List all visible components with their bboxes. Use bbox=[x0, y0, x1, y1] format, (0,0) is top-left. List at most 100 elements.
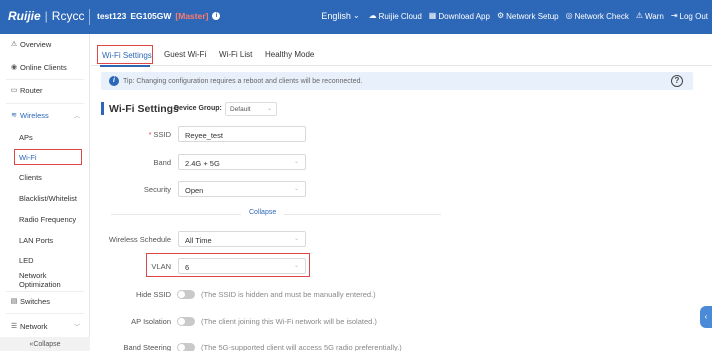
ssid-value: Reyee_test bbox=[185, 131, 223, 140]
chevron-down-icon: ⌄ bbox=[293, 236, 299, 242]
sidebar-item-label: Switches bbox=[20, 296, 51, 306]
sidebar-item-label: Wireless bbox=[20, 110, 49, 120]
ssid-label-text: SSID bbox=[153, 130, 171, 139]
sidebar-item-wifi[interactable]: Wi-Fi bbox=[14, 149, 82, 165]
device-group-select[interactable]: Default ⌄ bbox=[225, 102, 277, 116]
top-nav: English ⌄ ☁ Ruijie Cloud ▦ Download App … bbox=[321, 11, 708, 21]
tab-guest-wifi[interactable]: Guest Wi-Fi bbox=[164, 50, 206, 59]
chevron-down-icon: ⌄ bbox=[266, 106, 272, 112]
warn-label: Warn bbox=[645, 11, 664, 21]
logout-link[interactable]: ⇥ Log Out bbox=[671, 12, 708, 21]
chevron-up-icon: ︿ bbox=[73, 113, 80, 120]
warn-icon: ⚠ bbox=[635, 11, 643, 20]
language-select[interactable]: English ⌄ bbox=[321, 11, 359, 21]
ap-isolation-toggle[interactable] bbox=[177, 317, 195, 326]
floating-help-tab[interactable]: ‹ bbox=[700, 306, 712, 328]
warn-link[interactable]: ⚠ Warn bbox=[636, 12, 664, 21]
device-group-label: Device Group: bbox=[174, 105, 222, 112]
security-label: Security bbox=[143, 185, 171, 194]
sidebar-item-label: Online Clients bbox=[20, 62, 67, 72]
device-model: EG105GW bbox=[130, 11, 172, 21]
sidebar-divider bbox=[6, 103, 84, 104]
ruijie-cloud-link[interactable]: ☁ Ruijie Cloud bbox=[369, 12, 422, 21]
sidebar-divider bbox=[6, 291, 84, 292]
sidebar-item-network[interactable]: ☰ Network ﹀ bbox=[0, 318, 90, 334]
chevron-down-icon: ⌄ bbox=[293, 263, 299, 269]
sidebar-item-radio-frequency[interactable]: Radio Frequency bbox=[0, 211, 90, 227]
wifi-icon: ≋ bbox=[11, 112, 17, 119]
sidebar-item-network-optimization[interactable]: Network Optimization bbox=[0, 271, 90, 289]
chevron-down-icon: ﹀ bbox=[73, 324, 80, 331]
wireless-schedule-value: All Time bbox=[185, 236, 212, 245]
sidebar-item-lan-ports[interactable]: LAN Ports bbox=[0, 232, 90, 248]
grid-icon: ▦ bbox=[428, 11, 437, 20]
device-name: test123 bbox=[97, 11, 127, 21]
sidebar-item-led[interactable]: LED bbox=[0, 252, 90, 268]
logo-separator: | bbox=[44, 9, 48, 23]
sidebar-item-aps[interactable]: APs bbox=[0, 129, 90, 145]
clients-icon: ◉ bbox=[10, 64, 18, 71]
check-icon: ◎ bbox=[565, 11, 573, 20]
section-header: Wi-Fi Settings bbox=[101, 102, 179, 115]
sidebar-item-online-clients[interactable]: ◉ Online Clients bbox=[0, 59, 90, 75]
wireless-schedule-select[interactable]: All Time ⌄ bbox=[178, 231, 306, 247]
sidebar-item-blacklist-whitelist[interactable]: Blacklist/Whitelist bbox=[0, 190, 90, 206]
ssid-input[interactable]: Reyee_test bbox=[178, 126, 306, 142]
chevron-down-icon: ⌄ bbox=[352, 11, 360, 20]
tip-banner: i Tip: Changing configuration requires a… bbox=[101, 72, 693, 90]
sidebar-item-label: LED bbox=[19, 255, 34, 265]
header-divider bbox=[89, 9, 90, 25]
sidebar-item-label: Wi-Fi bbox=[19, 153, 37, 162]
tab-wifi-settings[interactable]: Wi-Fi Settings bbox=[97, 45, 153, 64]
vlan-label: VLAN bbox=[151, 262, 171, 271]
band-steering-toggle[interactable] bbox=[177, 343, 195, 351]
sidebar-item-switches[interactable]: ▤ Switches bbox=[0, 293, 90, 309]
sidebar-item-label: Router bbox=[20, 85, 43, 95]
collapse-label: Collapse bbox=[33, 340, 61, 348]
section-accent-bar bbox=[101, 102, 104, 115]
info-icon: i bbox=[109, 76, 119, 86]
overview-icon: ⚠ bbox=[10, 41, 18, 48]
device-group-value: Default bbox=[230, 106, 251, 113]
logo-sub: Rcycc bbox=[51, 9, 85, 23]
security-value: Open bbox=[185, 186, 204, 195]
hide-ssid-toggle[interactable] bbox=[177, 290, 195, 299]
vlan-select[interactable]: 6 ⌄ bbox=[178, 258, 306, 274]
sidebar-item-label: Clients bbox=[19, 172, 42, 182]
security-select[interactable]: Open ⌄ bbox=[178, 181, 306, 197]
tab-healthy-mode[interactable]: Healthy Mode bbox=[265, 50, 314, 59]
download-app-link[interactable]: ▦ Download App bbox=[429, 12, 490, 21]
sidebar-item-router[interactable]: ▭ Router bbox=[0, 82, 90, 98]
sidebar: ⚠ Overview ◉ Online Clients ▭ Router ≋ W… bbox=[0, 34, 90, 351]
network-icon: ⚙ bbox=[496, 11, 505, 20]
sidebar-item-label: Network Optimization bbox=[19, 271, 61, 289]
sidebar-item-label: APs bbox=[19, 132, 33, 142]
sidebar-item-label: Network bbox=[20, 321, 48, 331]
ruijie-logo: Ruijie | Rcycc bbox=[8, 9, 84, 23]
sidebar-item-overview[interactable]: ⚠ Overview bbox=[0, 36, 90, 52]
device-role-badge: [Master] bbox=[175, 11, 209, 21]
network-check-link[interactable]: ◎ Network Check bbox=[566, 12, 629, 21]
vlan-value: 6 bbox=[185, 263, 190, 272]
band-select[interactable]: 2.4G + 5G ⌄ bbox=[178, 154, 306, 170]
download-app-label: Download App bbox=[438, 11, 490, 21]
info-icon[interactable]: i bbox=[212, 12, 221, 20]
main-content: Wi-Fi Settings Guest Wi-Fi Wi-Fi List He… bbox=[91, 34, 712, 351]
router-icon: ▭ bbox=[10, 87, 18, 94]
sidebar-item-wireless[interactable]: ≋ Wireless ︿ bbox=[0, 107, 90, 123]
band-label: Band bbox=[153, 158, 171, 167]
ap-isolation-description: (The client joining this Wi-Fi network w… bbox=[201, 317, 377, 326]
collapse-link[interactable]: Collapse bbox=[241, 209, 285, 216]
tab-wifi-list[interactable]: Wi-Fi List bbox=[219, 50, 252, 59]
sidebar-collapse-button[interactable]: « Collapse bbox=[0, 337, 90, 351]
help-icon[interactable]: ? bbox=[671, 75, 683, 87]
sidebar-item-clients[interactable]: Clients bbox=[0, 169, 90, 185]
band-steering-description: (The 5G-supported client will access 5G … bbox=[201, 343, 402, 351]
band-steering-label: Band Steering bbox=[123, 343, 171, 351]
network-setup-link[interactable]: ⚙ Network Setup bbox=[497, 12, 559, 21]
sidebar-item-label: Blacklist/Whitelist bbox=[19, 193, 77, 203]
network-setup-label: Network Setup bbox=[506, 11, 559, 21]
sidebar-divider bbox=[6, 79, 84, 80]
active-tab-indicator bbox=[100, 65, 150, 67]
device-info: test123 EG105GW [Master] i bbox=[97, 11, 221, 21]
